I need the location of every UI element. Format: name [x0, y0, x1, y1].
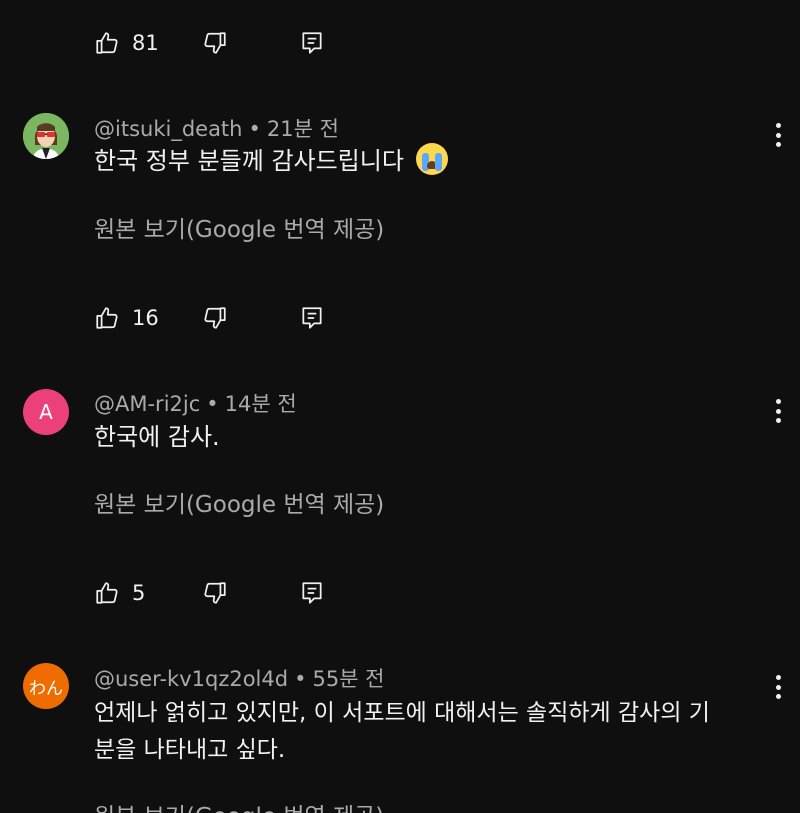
avatar[interactable]: わん: [23, 663, 69, 709]
comment-text: 언제나 얽히고 있지만, 이 서포트에 대해서는 솔직하게 감사의 기 분을 나…: [94, 695, 754, 769]
comment-author[interactable]: @itsuki_death: [94, 117, 242, 141]
thumb-down-icon: [204, 307, 226, 329]
avatar-letter: わん: [29, 678, 63, 699]
more-vert-icon[interactable]: [766, 120, 790, 150]
like-count: 5: [132, 581, 146, 605]
more-vert-icon[interactable]: [766, 396, 790, 426]
comment-text-line: 언제나 얽히고 있지만, 이 서포트에 대해서는 솔직하게 감사의 기: [94, 700, 710, 726]
comment-text-content: 한국 정부 분들께 감사드립니다: [94, 147, 404, 175]
translate-link-clip: 원본 보기(Google 번역 제공): [0, 795, 800, 813]
meta-separator: •: [294, 667, 307, 691]
like-button[interactable]: 81: [94, 30, 190, 56]
meta-separator: •: [206, 392, 219, 416]
avatar-letter: A: [39, 400, 53, 424]
comment-actions: 5: [94, 578, 322, 608]
reply-icon: [302, 582, 322, 604]
loudly-crying-face-icon: [415, 143, 448, 175]
comment-author[interactable]: @AM-ri2jc: [94, 392, 200, 416]
reply-icon: [302, 307, 322, 329]
comment-text: 한국 정부 분들께 감사드립니다: [94, 143, 754, 180]
show-original-link[interactable]: 원본 보기(Google 번역 제공): [94, 797, 384, 813]
like-button[interactable]: 16: [94, 305, 190, 331]
show-original-link[interactable]: 원본 보기(Google 번역 제공): [94, 485, 384, 519]
like-count: 16: [132, 306, 159, 330]
reply-button[interactable]: [299, 305, 325, 331]
reply-button[interactable]: [299, 30, 325, 56]
dislike-button[interactable]: [202, 305, 228, 331]
comment-actions: 16: [94, 303, 322, 333]
more-vert-icon[interactable]: [766, 672, 790, 702]
comment-meta: @itsuki_death • 21분 전: [94, 113, 339, 143]
comment-time: 55분 전: [312, 667, 385, 691]
thumb-up-icon: [96, 307, 118, 329]
dislike-button[interactable]: [202, 30, 228, 56]
dislike-button[interactable]: [202, 580, 228, 606]
reply-button[interactable]: [299, 580, 325, 606]
thumb-down-icon: [204, 32, 226, 54]
avatar[interactable]: [23, 113, 69, 159]
comment-time: 21분 전: [266, 117, 339, 141]
thumb-up-icon: [96, 582, 118, 604]
comment-text-line: 분을 나타내고 싶다.: [94, 737, 286, 763]
thumb-up-icon: [96, 32, 118, 54]
avatar-illustration-icon: [23, 113, 69, 159]
comment-time: 14분 전: [224, 392, 297, 416]
comment-text: 한국에 감사.: [94, 423, 220, 451]
comment-author[interactable]: @user-kv1qz2ol4d: [94, 667, 288, 691]
reply-icon: [302, 32, 322, 54]
comment-actions-top: 81: [94, 28, 322, 58]
like-button[interactable]: 5: [94, 580, 190, 606]
thumb-down-icon: [204, 582, 226, 604]
show-original-link[interactable]: 원본 보기(Google 번역 제공): [94, 210, 384, 244]
like-count: 81: [132, 31, 159, 55]
avatar[interactable]: A: [23, 389, 69, 435]
comment-meta: @user-kv1qz2ol4d • 55분 전: [94, 663, 385, 693]
comment-meta: @AM-ri2jc • 14분 전: [94, 388, 297, 418]
meta-separator: •: [248, 117, 261, 141]
